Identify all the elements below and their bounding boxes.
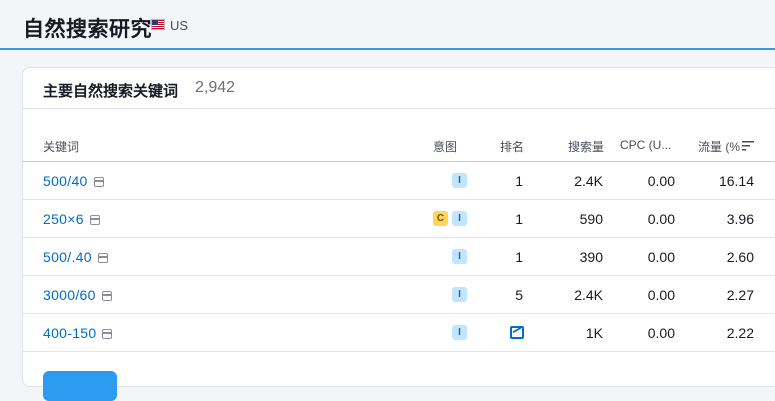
divider: [23, 108, 775, 109]
cpc-value: 0.00: [647, 249, 675, 265]
volume-value: 1K: [585, 325, 603, 341]
rank-value: 1: [515, 173, 523, 189]
column-header-traffic[interactable]: 流量 (%: [698, 138, 755, 155]
serp-features-icon[interactable]: [89, 215, 100, 225]
image-serp-icon[interactable]: [510, 326, 524, 339]
serp-features-icon[interactable]: [93, 177, 104, 187]
rank-value: 1: [515, 211, 523, 227]
table-row: 500/.40 I 1 390 0.00 2.60: [23, 238, 775, 276]
cpc-value: 0.00: [647, 325, 675, 341]
volume-value: 590: [579, 211, 603, 227]
serp-features-icon[interactable]: [101, 291, 112, 301]
card-title: 主要自然搜索关键词: [43, 83, 179, 100]
keyword-link[interactable]: 250×6: [43, 211, 100, 227]
column-header-intent[interactable]: 意图: [433, 138, 457, 155]
intent-badge-informational: I: [452, 287, 467, 302]
traffic-value: 16.14: [718, 173, 754, 189]
column-header-cpc[interactable]: CPC (U...: [620, 138, 671, 152]
traffic-value: 3.96: [726, 211, 754, 227]
keyword-text: 500/40: [43, 173, 88, 189]
keyword-text: 500/.40: [43, 249, 92, 265]
table-row: 250×6 C I 1 590 0.00 3.96: [23, 200, 775, 238]
intent-badge-informational: I: [452, 173, 467, 188]
serp-features-icon[interactable]: [102, 329, 113, 339]
top-keywords-card: 主要自然搜索关键词 2,942 关键词 意图 排名 搜索量 CPC (U... …: [22, 67, 775, 401]
keyword-text: 400-150: [43, 325, 97, 341]
cpc-value: 0.00: [647, 287, 675, 303]
keyword-count: 2,942: [195, 79, 236, 96]
traffic-value: 2.27: [726, 287, 754, 303]
rank-value: 5: [515, 287, 523, 303]
page-title: 自然搜索研究: [23, 18, 152, 41]
cpc-value: 0.00: [647, 211, 675, 227]
volume-value: 390: [579, 249, 603, 265]
keyword-link[interactable]: 500/.40: [43, 249, 108, 265]
region-label: US: [170, 18, 189, 33]
intent-badge-commercial: C: [433, 211, 448, 226]
keyword-link[interactable]: 500/40: [43, 173, 104, 189]
keyword-text: 3000/60: [43, 287, 96, 303]
traffic-value: 2.60: [726, 249, 754, 265]
intent-badge-informational: I: [452, 211, 467, 226]
column-header-rank[interactable]: 排名: [500, 138, 524, 155]
column-header-volume[interactable]: 搜索量: [568, 138, 604, 155]
column-header-keyword[interactable]: 关键词: [43, 138, 79, 155]
table-row: 400-150 I 1K 0.00 2.22: [23, 314, 775, 352]
keyword-link[interactable]: 400-150: [43, 325, 113, 341]
volume-value: 2.4K: [574, 287, 603, 303]
rank-value: 1: [515, 249, 523, 265]
keyword-link[interactable]: 3000/60: [43, 287, 112, 303]
sort-icon[interactable]: [742, 141, 755, 151]
page-header: 自然搜索研究 US: [0, 0, 775, 50]
intent-badge-informational: I: [452, 325, 467, 340]
traffic-value: 2.22: [726, 325, 754, 341]
traffic-header-label: 流量 (%: [698, 140, 741, 154]
cpc-value: 0.00: [647, 173, 675, 189]
us-flag-icon: [151, 19, 165, 30]
volume-value: 2.4K: [574, 173, 603, 189]
serp-features-icon[interactable]: [97, 253, 108, 263]
table-row: 500/40 I 1 2.4K 0.00 16.14: [23, 162, 775, 200]
table-row: 3000/60 I 5 2.4K 0.00 2.27: [23, 276, 775, 314]
keyword-text: 250×6: [43, 211, 84, 227]
intent-badge-informational: I: [452, 249, 467, 264]
